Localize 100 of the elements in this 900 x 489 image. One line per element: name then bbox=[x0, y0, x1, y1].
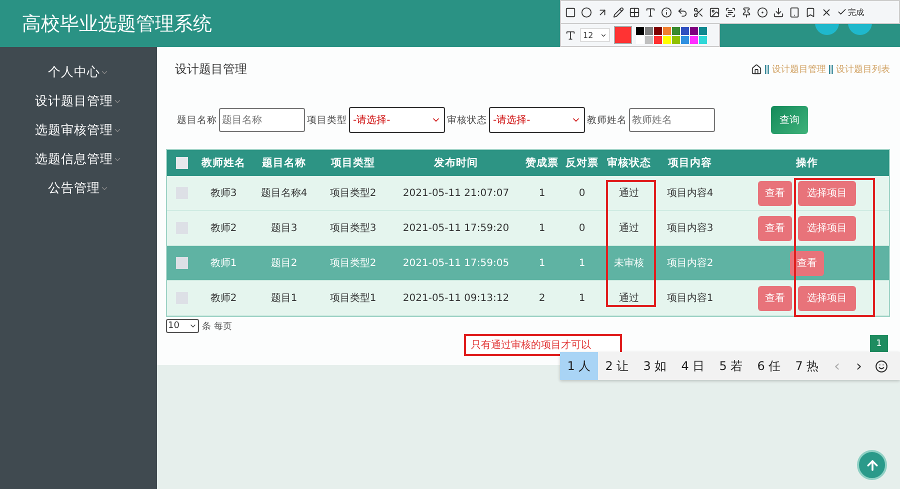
text-field[interactable]: 教师姓名 bbox=[629, 108, 715, 132]
sidebar-item[interactable]: 选题审核管理 bbox=[35, 122, 122, 139]
scroll-top-button[interactable] bbox=[857, 450, 887, 480]
app-title: 高校毕业选题管理系统 bbox=[22, 12, 212, 36]
select-field[interactable]: -请选择- bbox=[349, 107, 445, 133]
checkbox[interactable] bbox=[176, 157, 188, 169]
text-icon[interactable] bbox=[645, 6, 656, 18]
checkbox[interactable] bbox=[176, 257, 188, 269]
table-cell-text: 项目类型2 bbox=[328, 186, 378, 200]
bookmark-icon[interactable] bbox=[805, 6, 816, 18]
column-header: 项目内容 bbox=[666, 156, 713, 170]
page-button[interactable]: 1 bbox=[870, 335, 888, 353]
color-swatch[interactable] bbox=[645, 26, 653, 35]
select-field[interactable]: -请选择- bbox=[489, 107, 585, 133]
candidate[interactable]: 7 热 bbox=[788, 352, 826, 380]
column-header: 赞成票 bbox=[524, 156, 560, 170]
color-swatch[interactable] bbox=[699, 26, 707, 35]
table-cell-text: 未审核 bbox=[613, 256, 645, 270]
color-swatch[interactable] bbox=[636, 36, 644, 44]
sidebar-item[interactable]: 设计题目管理 bbox=[35, 93, 122, 110]
color-swatch[interactable] bbox=[681, 36, 689, 44]
info-icon[interactable] bbox=[661, 6, 672, 18]
color-swatch[interactable] bbox=[645, 36, 653, 44]
table-cell-text: 1 bbox=[538, 188, 546, 198]
table-cell-text: 2021-05-11 17:59:20 bbox=[402, 222, 510, 234]
page-size-select[interactable]: 10 bbox=[166, 319, 199, 333]
text-field[interactable]: 题目名称 bbox=[219, 108, 305, 132]
table-cell-text: 项目内容2 bbox=[666, 256, 714, 270]
candidate[interactable]: 3 如 bbox=[636, 352, 674, 380]
search-button[interactable]: 查询 bbox=[771, 106, 808, 134]
caret-icon bbox=[100, 68, 109, 77]
column-header: 教师姓名 bbox=[200, 156, 246, 170]
table-cell-text: 1 bbox=[538, 258, 546, 268]
column-header: 发布时间 bbox=[432, 156, 479, 170]
sidebar-item[interactable]: 公告管理 bbox=[48, 180, 109, 197]
home-icon[interactable] bbox=[751, 64, 762, 74]
table-cell-text: 通过 bbox=[618, 222, 640, 235]
color-swatch[interactable] bbox=[654, 36, 662, 44]
mosaic-icon[interactable] bbox=[629, 6, 640, 18]
font-size-select[interactable]: 12 bbox=[580, 28, 610, 42]
table-cell-text: 项目类型1 bbox=[328, 292, 378, 305]
color-swatch[interactable] bbox=[663, 36, 671, 44]
undo-icon[interactable] bbox=[677, 6, 688, 18]
color-swatch[interactable] bbox=[681, 26, 689, 35]
table-cell-text: 0 bbox=[578, 188, 586, 198]
caret-icon bbox=[113, 155, 122, 164]
download-icon[interactable] bbox=[773, 6, 784, 18]
rectangle-icon[interactable] bbox=[565, 6, 576, 18]
pencil-icon[interactable] bbox=[613, 6, 624, 18]
caret-icon bbox=[113, 97, 122, 106]
table-cell-text: 题目1 bbox=[270, 292, 298, 305]
color-swatch[interactable] bbox=[663, 26, 671, 35]
record-icon[interactable] bbox=[757, 6, 768, 18]
sidebar-item[interactable]: 选题信息管理 bbox=[35, 151, 122, 168]
table-cell-text: 项目内容1 bbox=[666, 292, 714, 305]
column-header: 题目名称 bbox=[261, 156, 307, 170]
column-header: 审核状态 bbox=[606, 156, 652, 170]
caret-icon bbox=[600, 32, 607, 39]
page-title: 设计题目管理 bbox=[175, 60, 247, 78]
separator-icon bbox=[765, 64, 769, 74]
table-cell-text: 教师2 bbox=[209, 222, 238, 235]
table-row[interactable]: 教师3 题目名称4 项目类型2 2021-05-11 21:07:07 1 0 通过 项目内容4 查看 选择项目 bbox=[167, 176, 889, 211]
tablet-icon[interactable] bbox=[789, 6, 800, 18]
table-cell-text: 0 bbox=[578, 222, 586, 234]
emoji-icon[interactable] bbox=[874, 360, 888, 372]
candidate[interactable]: 1 人 bbox=[560, 352, 598, 380]
candidate[interactable]: 4 日 bbox=[674, 352, 712, 380]
color-swatch[interactable] bbox=[699, 36, 707, 44]
candidate[interactable]: 5 若 bbox=[712, 352, 750, 380]
color-swatch[interactable] bbox=[690, 26, 698, 35]
table-row[interactable]: 教师2 题目1 项目类型1 2021-05-11 09:13:12 2 1 通过 项目内容1 查看 选择项目 bbox=[167, 281, 889, 316]
filter-label: 教师姓名 bbox=[587, 114, 627, 126]
color-swatch[interactable] bbox=[654, 26, 662, 35]
table-cell-text: 教师3 bbox=[209, 187, 238, 200]
candidate[interactable]: 6 任 bbox=[750, 352, 788, 380]
sidebar-item[interactable]: 个人中心 bbox=[48, 64, 109, 81]
color-swatch[interactable] bbox=[690, 36, 698, 44]
next-button[interactable]: › bbox=[848, 352, 870, 380]
table-cell-text: 1 bbox=[578, 292, 586, 304]
arrow-icon[interactable] bbox=[597, 6, 608, 18]
table-cell-text: 教师1 bbox=[209, 257, 238, 270]
color-swatch[interactable] bbox=[672, 26, 680, 35]
scissors-icon[interactable] bbox=[693, 6, 704, 18]
caret-icon bbox=[100, 184, 109, 193]
table-cell-text: 通过 bbox=[618, 292, 640, 305]
table-cell-text: 2 bbox=[538, 292, 546, 304]
circle-icon[interactable] bbox=[581, 6, 592, 18]
close-icon[interactable] bbox=[821, 6, 832, 18]
pin-icon[interactable] bbox=[741, 6, 752, 18]
image-icon[interactable] bbox=[709, 6, 720, 18]
table-row[interactable]: 教师2 题目3 项目类型3 2021-05-11 17:59:20 1 0 通过 项目内容3 查看 选择项目 bbox=[167, 211, 889, 246]
color-swatch[interactable] bbox=[672, 36, 680, 44]
filter-label: 审核状态 bbox=[447, 114, 487, 126]
annotation-text: 只有通过审核的项目才可以 bbox=[464, 334, 622, 356]
caret-icon bbox=[189, 322, 197, 330]
done-button[interactable]: 完成 bbox=[837, 6, 864, 18]
color-swatch[interactable] bbox=[636, 26, 644, 35]
table-cell-text: 项目类型3 bbox=[328, 222, 378, 235]
scan-icon[interactable] bbox=[725, 6, 736, 18]
table-cell-text: 通过 bbox=[618, 186, 640, 200]
